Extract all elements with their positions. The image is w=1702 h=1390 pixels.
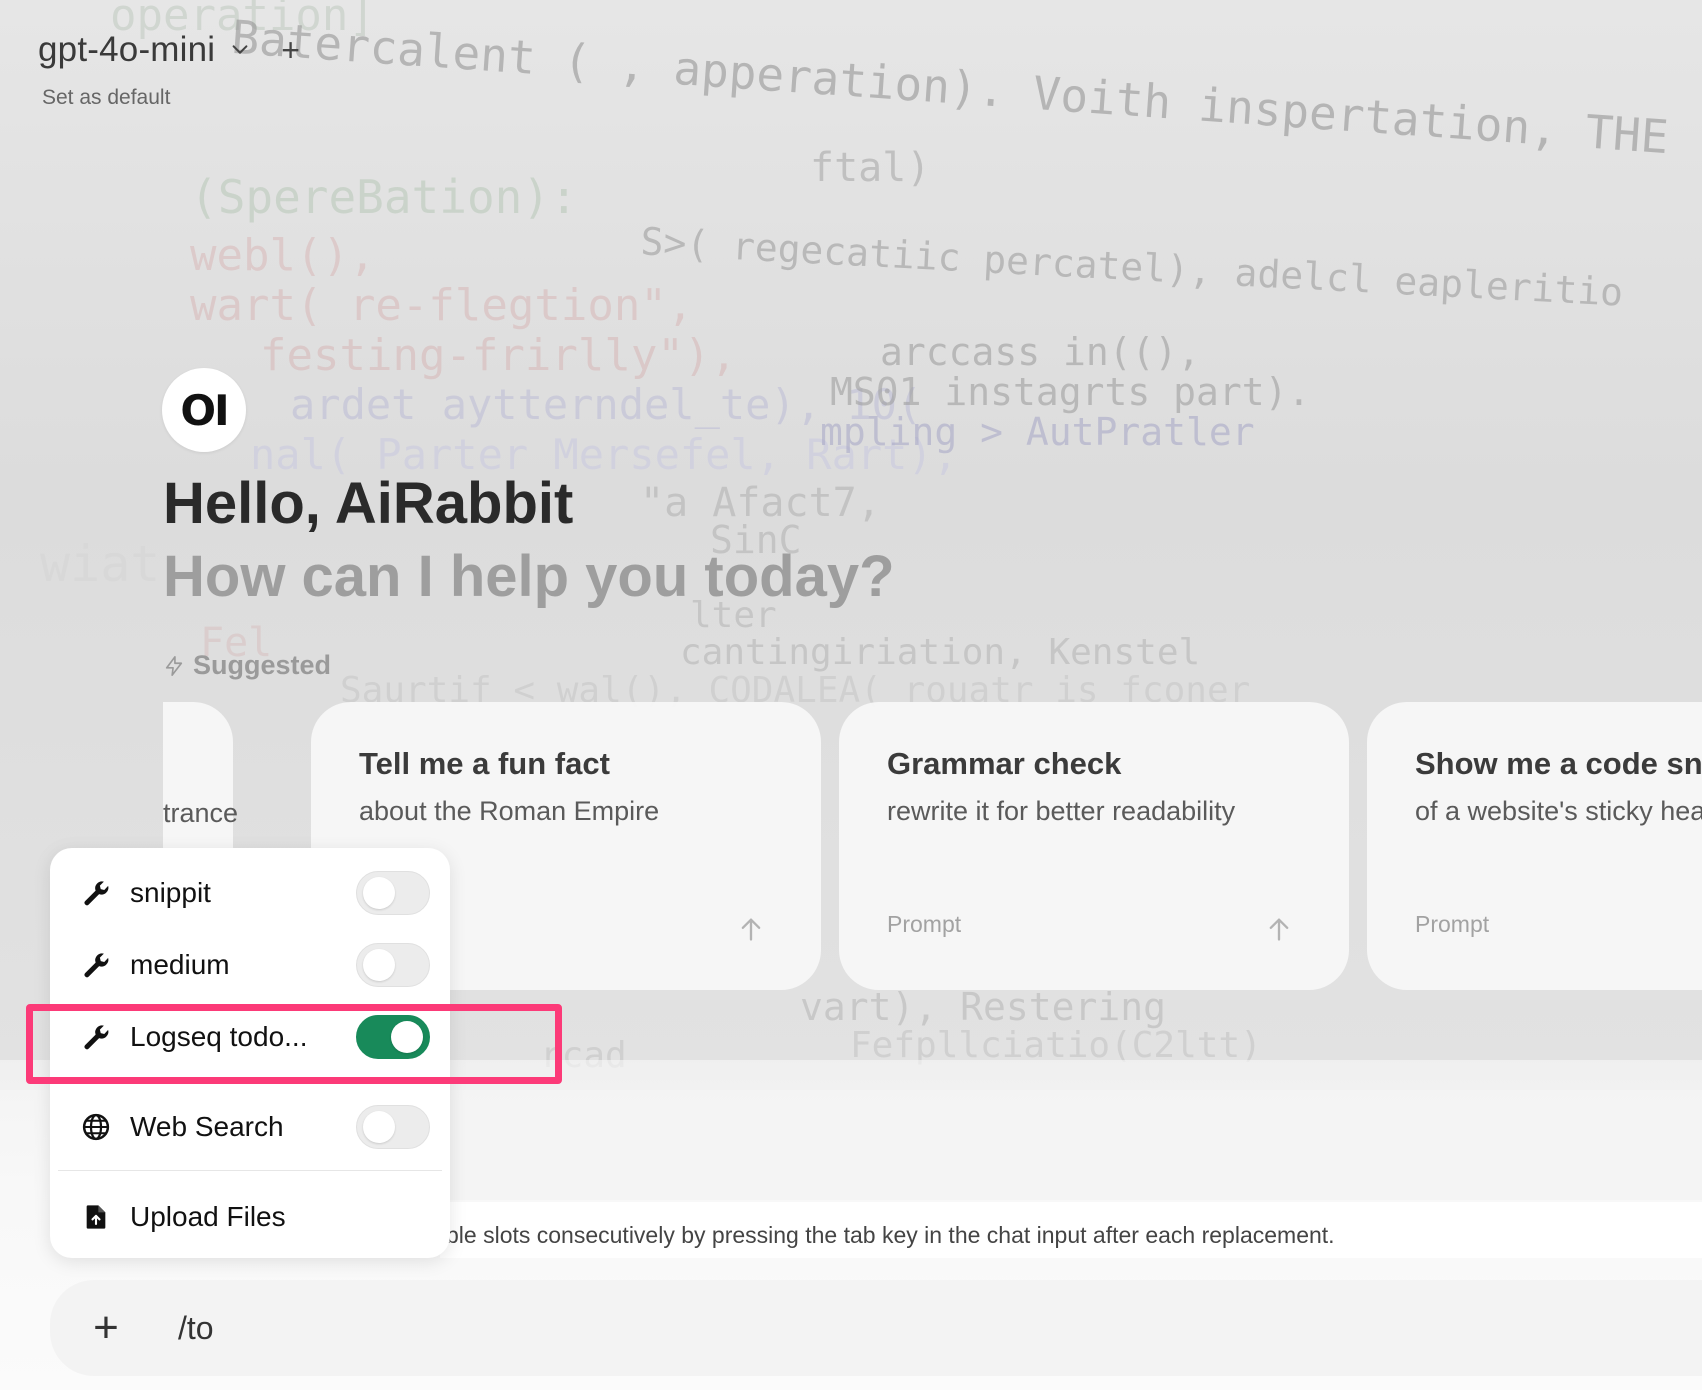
- greeting-heading: Hello, AiRabbit: [163, 471, 574, 536]
- arrow-up-icon[interactable]: [1265, 914, 1293, 944]
- bg-code-line: arccass in((),: [880, 330, 1201, 374]
- suggestion-title: Tell me a fun fact: [359, 746, 610, 781]
- globe-icon: [80, 1111, 112, 1143]
- attach-plus-button[interactable]: +: [86, 1306, 126, 1350]
- suggestion-card[interactable]: Grammar check rewrite it for better read…: [839, 702, 1349, 990]
- bg-code-line: wiat: [40, 535, 161, 593]
- bg-code-line: ftal): [810, 145, 931, 191]
- suggestion-subtitle: rewrite it for better readability: [887, 796, 1236, 826]
- chat-input-text[interactable]: /to: [178, 1310, 214, 1347]
- model-selector[interactable]: gpt-4o-mini +: [38, 30, 300, 70]
- menu-divider: [58, 1170, 442, 1171]
- add-model-button[interactable]: +: [281, 34, 300, 66]
- toggle-knob: [363, 949, 395, 981]
- suggestion-type-label: Prompt: [887, 911, 962, 937]
- bg-code-line: cantingiriation, Kenstel: [680, 632, 1201, 673]
- suggestion-title: Grammar check: [887, 746, 1122, 781]
- app-logo: OI: [162, 368, 246, 452]
- bg-code-line: (SpereBation):: [190, 170, 578, 224]
- tool-toggle-medium[interactable]: [356, 943, 430, 987]
- greeting-subtitle: How can I help you today?: [163, 544, 895, 609]
- suggestion-subtitle: of a website's sticky hea: [1415, 796, 1702, 826]
- chat-input-box[interactable]: + /to: [50, 1280, 1702, 1376]
- file-upload-icon: [80, 1201, 112, 1233]
- tool-label: Web Search: [130, 1111, 284, 1142]
- suggestion-subtitle: about the Roman Empire: [359, 796, 660, 826]
- tool-toggle-snippit[interactable]: [356, 871, 430, 915]
- upload-files-label: Upload Files: [130, 1201, 286, 1232]
- suggestion-type-label: Prompt: [1415, 911, 1490, 937]
- tool-item-medium[interactable]: medium: [80, 940, 430, 990]
- model-name[interactable]: gpt-4o-mini: [38, 30, 215, 70]
- tool-toggle-web-search[interactable]: [356, 1105, 430, 1149]
- bg-code-line: mpling > AutPratler: [820, 410, 1255, 454]
- toggle-knob: [363, 877, 395, 909]
- tool-item-web-search[interactable]: Web Search: [80, 1102, 430, 1152]
- highlight-annotation-box: [26, 1004, 562, 1084]
- bg-code-line: webl(),: [190, 230, 376, 281]
- bolt-icon: [165, 655, 183, 676]
- bg-code-line: MS01 instagrts part).: [830, 370, 1311, 414]
- chevron-down-icon[interactable]: [229, 39, 251, 61]
- bg-code-line: festing-frirlly"),: [260, 330, 737, 381]
- suggestion-title: Show me a code sni: [1415, 746, 1702, 781]
- suggestion-subtitle: trance: [163, 798, 239, 828]
- tool-item-snippit[interactable]: snippit: [80, 868, 430, 918]
- wrench-icon: [80, 949, 112, 981]
- arrow-up-icon[interactable]: [737, 914, 765, 944]
- bg-code-line: S>( regecatiic percatel), adelcl eapleri…: [639, 219, 1625, 315]
- prompt-hint-text: ble slots consecutively by pressing the …: [446, 1222, 1335, 1248]
- chat-area-strip: [440, 1100, 1702, 1200]
- tool-label: snippit: [130, 877, 211, 908]
- set-as-default-link[interactable]: Set as default: [42, 86, 170, 110]
- suggested-header: Suggested: [163, 650, 331, 681]
- upload-files-item[interactable]: Upload Files: [80, 1192, 430, 1242]
- tool-label: medium: [130, 949, 230, 980]
- suggestion-card[interactable]: Show me a code sni of a website's sticky…: [1367, 702, 1702, 990]
- suggested-label: Suggested: [193, 650, 332, 680]
- bg-code-line: wart( re-flegtion",: [190, 280, 694, 331]
- toggle-knob: [363, 1111, 395, 1143]
- bg-code-line: Batercalent ( , apperation). Voith inspe…: [229, 9, 1671, 165]
- wrench-icon: [80, 877, 112, 909]
